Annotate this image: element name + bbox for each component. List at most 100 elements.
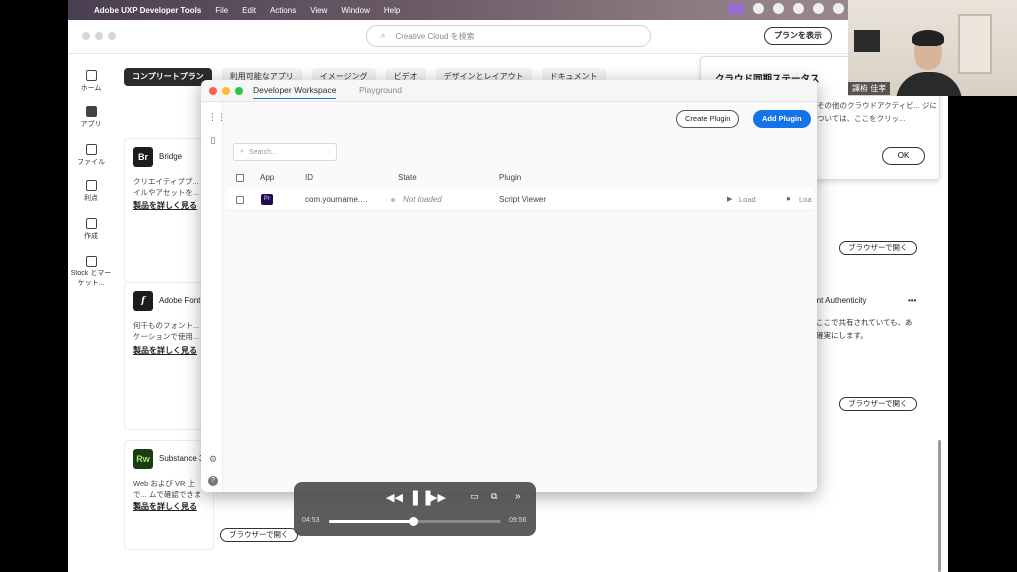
cc-sidebar: ホーム アプリ ファイル 利点 作成 Stock とマーケット... xyxy=(68,54,114,572)
status-icon[interactable] xyxy=(833,3,844,14)
menu-view[interactable]: View xyxy=(310,6,327,15)
add-plugin-button[interactable]: Add Plugin xyxy=(753,110,811,128)
select-all-checkbox[interactable] xyxy=(236,174,244,182)
load-watch-button[interactable]: Loa xyxy=(799,195,812,204)
learn-more-link[interactable]: 製品を詳しく見る xyxy=(133,200,197,211)
menu-window[interactable]: Window xyxy=(341,6,369,15)
folder-icon xyxy=(85,144,97,155)
maximize-icon xyxy=(235,87,243,95)
sidebar-item-label: 利点 xyxy=(84,195,98,202)
menubar-app-name[interactable]: Adobe UXP Developer Tools xyxy=(94,6,201,15)
sidebar-item-label: ホーム xyxy=(80,85,102,92)
table-row[interactable]: Pr com.yourname.… Not loaded Script View… xyxy=(228,189,812,211)
app-name: Adobe Font xyxy=(159,296,201,305)
open-in-browser-button[interactable]: ブラウザーで開く xyxy=(839,241,917,255)
status-dot-icon xyxy=(391,198,395,202)
help-icon[interactable]: ? xyxy=(208,476,218,486)
apps-icon xyxy=(85,106,97,117)
status-icon[interactable] xyxy=(813,3,824,14)
grid-icon[interactable]: ⋮⋮ xyxy=(208,112,226,122)
view-plans-button[interactable]: プランを表示 xyxy=(764,27,832,45)
progress-fill xyxy=(329,520,414,523)
sidebar-item-label: Stock とマーケット... xyxy=(70,270,112,287)
tab-developer-workspace[interactable]: Developer Workspace xyxy=(253,85,337,99)
sidebar-item-files[interactable]: ファイル xyxy=(68,144,114,167)
load-action-icon[interactable]: ▶ xyxy=(727,195,732,203)
status-icon[interactable] xyxy=(753,3,764,14)
learn-more-link[interactable]: 製品を詳しく見る xyxy=(133,345,197,356)
open-in-browser-button[interactable]: ブラウザーで開く xyxy=(220,528,298,542)
watch-action-icon[interactable]: ● xyxy=(786,194,791,203)
remaining-time: 09:56 xyxy=(509,517,527,524)
plugin-state: Not loaded xyxy=(403,195,442,204)
screen-record-icon[interactable] xyxy=(728,3,744,14)
uxp-titlebar: Developer Workspace Playground xyxy=(201,80,817,102)
home-icon xyxy=(85,70,97,81)
menu-help[interactable]: Help xyxy=(384,6,400,15)
more-icon[interactable]: » xyxy=(515,491,521,502)
sidebar-item-stock[interactable]: Stock とマーケット... xyxy=(68,256,114,289)
rewind-icon[interactable]: ◀◀ xyxy=(386,491,403,504)
benefits-icon xyxy=(85,180,97,191)
sidebar-item-benefits[interactable]: 利点 xyxy=(68,180,114,203)
tab-complete-plan[interactable]: コンプリートプラン xyxy=(124,68,212,86)
uxp-side-rail: ⋮⋮ ▯ ⚙ ? xyxy=(201,102,226,492)
sidebar-item-create[interactable]: 作成 xyxy=(68,218,114,241)
sidebar-item-home[interactable]: ホーム xyxy=(68,70,114,93)
progress-bar[interactable] xyxy=(329,517,501,526)
column-header-id[interactable]: ID xyxy=(305,173,313,182)
status-icon[interactable] xyxy=(793,3,804,14)
scrollbar[interactable] xyxy=(938,440,941,572)
stock-icon xyxy=(85,256,97,267)
document-icon[interactable]: ▯ xyxy=(208,135,218,145)
window-controls[interactable] xyxy=(209,87,243,95)
plugin-search-placeholder: Search.. xyxy=(248,148,275,156)
column-header-plugin[interactable]: Plugin xyxy=(499,173,521,182)
search-icon: ⌕ xyxy=(381,31,386,40)
plugin-search-input[interactable]: ⌕ Search.. xyxy=(233,143,337,161)
load-button[interactable]: Load xyxy=(739,195,756,204)
create-icon xyxy=(85,218,97,229)
close-icon xyxy=(209,87,217,95)
shelf-decor xyxy=(958,14,992,74)
app-name: Substance 3 xyxy=(159,454,204,463)
sidebar-item-label: 作成 xyxy=(84,233,98,240)
search-icon: ⌕ xyxy=(240,148,244,155)
row-checkbox[interactable] xyxy=(236,196,244,204)
cc-toolbar: ⌕ Creative Cloud を検索 プランを表示 xyxy=(68,20,948,54)
status-icon[interactable] xyxy=(773,3,784,14)
app-description: 何千ものフォント... ケーションで使用... xyxy=(133,321,200,341)
participant-name: 譯栫 佳孝 xyxy=(848,82,891,95)
tv-decor xyxy=(854,30,880,52)
ok-button[interactable]: OK xyxy=(882,147,925,165)
app-name: Bridge xyxy=(159,152,183,161)
learn-more-link[interactable]: 製品を詳しく見る xyxy=(133,501,197,512)
plugin-id: com.yourname.… xyxy=(305,195,369,204)
fonts-logo-icon: f xyxy=(133,291,153,311)
app-description: クリエイティブプ... イルやアセットを... xyxy=(133,177,200,197)
plugin-table-header: App ID State Plugin xyxy=(228,170,812,188)
app-name: tent Authenticity xyxy=(810,296,867,305)
menu-actions[interactable]: Actions xyxy=(270,6,296,15)
airplay-icon[interactable]: ▭ xyxy=(470,491,479,502)
sidebar-item-apps[interactable]: アプリ xyxy=(68,106,114,129)
picture-in-picture-icon[interactable]: ⧉ xyxy=(491,491,497,502)
create-plugin-button[interactable]: Create Plugin xyxy=(676,110,740,128)
tab-playground[interactable]: Playground xyxy=(359,85,402,95)
gear-icon[interactable]: ⚙ xyxy=(208,454,218,464)
column-header-state[interactable]: State xyxy=(398,173,417,182)
app-description: ここで共有されていても、あ xyxy=(816,318,913,327)
window-controls[interactable] xyxy=(82,32,116,40)
more-options-icon[interactable]: ••• xyxy=(908,294,916,307)
cc-search-input[interactable]: ⌕ Creative Cloud を検索 xyxy=(366,25,651,47)
menu-file[interactable]: File xyxy=(215,6,228,15)
uxp-workspace: Create Plugin Add Plugin ⌕ Search.. App … xyxy=(223,102,817,492)
column-header-app[interactable]: App xyxy=(260,173,274,182)
open-in-browser-button[interactable]: ブラウザーで開く xyxy=(839,397,917,411)
cc-search-placeholder: Creative Cloud を検索 xyxy=(395,31,475,41)
menu-edit[interactable]: Edit xyxy=(242,6,256,15)
fast-forward-icon[interactable]: ▶▶ xyxy=(429,491,446,504)
progress-knob[interactable] xyxy=(408,517,418,526)
elapsed-time: 04:53 xyxy=(302,517,320,524)
sidebar-item-label: ファイル xyxy=(77,159,105,166)
